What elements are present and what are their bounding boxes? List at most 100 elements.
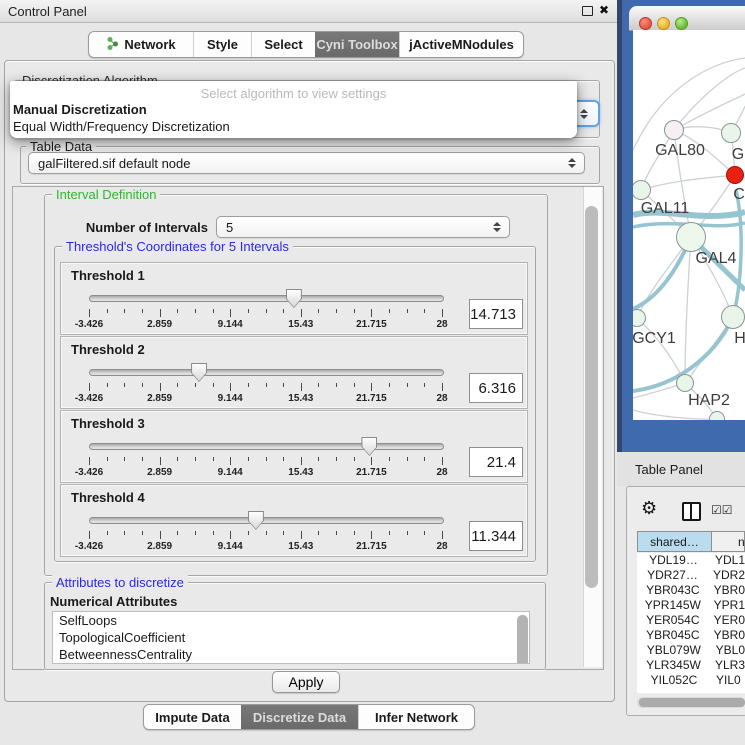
split-pane-icon[interactable] <box>682 502 701 521</box>
cell-name: YBL0 <box>711 643 745 658</box>
slider-thumb[interactable] <box>191 363 207 382</box>
table-row[interactable]: YPR145WYPR1 <box>637 598 745 613</box>
tick-mark <box>142 457 143 461</box>
interval-definition-title: Interval Definition <box>52 187 160 202</box>
slider-track[interactable] <box>89 443 444 450</box>
close-traffic-light-icon[interactable] <box>639 17 652 30</box>
tick-label: 28 <box>436 541 447 552</box>
tab-label: jActiveMNodules <box>409 37 514 52</box>
column-header-name[interactable]: n <box>711 531 745 552</box>
node-label-gal4: GAL4 <box>696 250 737 268</box>
tab-label: Style <box>207 37 238 52</box>
cell-name: YIL0 <box>711 673 741 688</box>
table-data-combo[interactable]: galFiltered.sif default node <box>28 152 585 174</box>
tick-mark <box>318 383 319 387</box>
tab-style[interactable]: Style <box>193 32 251 57</box>
tab-cyni-toolbox[interactable]: Cyni Toolbox <box>315 32 399 57</box>
number-of-intervals-combo[interactable]: 5 <box>216 216 510 238</box>
close-icon[interactable]: ✖ <box>599 3 609 17</box>
algorithm-option-manual-discretization[interactable]: Manual Discretization <box>13 102 147 117</box>
gear-icon[interactable]: ⚙ <box>641 498 657 519</box>
tick-label: 28 <box>436 393 447 404</box>
tick-mark <box>389 531 390 535</box>
network-canvas[interactable]: GAL80GCGAL11GAL4GCY1HHAP2 <box>633 30 745 420</box>
tick-mark <box>195 383 196 387</box>
tick-label: 15.43 <box>288 467 313 478</box>
tick-mark <box>177 457 178 461</box>
tick-mark <box>89 383 90 391</box>
float-window-icon[interactable] <box>582 6 593 16</box>
column-header-shared-name[interactable]: shared… <box>637 531 712 552</box>
tick-label: 21.715 <box>356 541 387 552</box>
table-row[interactable]: YDR27…YDR2 <box>637 568 745 583</box>
table-row[interactable]: YBR045CYBR0 <box>637 628 745 643</box>
tab-label: Select <box>264 37 302 52</box>
slider-thumb[interactable] <box>286 289 302 308</box>
tick-label: 21.715 <box>356 393 387 404</box>
tick-mark <box>354 309 355 313</box>
tab-discretize-data[interactable]: Discretize Data <box>241 705 358 729</box>
algorithm-hint-option[interactable]: Select algorithm to view settings <box>10 86 577 101</box>
threshold-label: Threshold 1 <box>71 268 145 283</box>
horizontal-scrollbar-thumb[interactable] <box>639 698 745 707</box>
node[interactable] <box>709 411 725 420</box>
zoom-traffic-light-icon[interactable] <box>675 17 688 30</box>
tab-infer-network[interactable]: Infer Network <box>358 705 474 729</box>
table-row[interactable]: YBL079WYBL0 <box>637 643 745 658</box>
attribute-item-topologicalcoefficient[interactable]: TopologicalCoefficient <box>53 629 529 646</box>
tab-label: Impute Data <box>155 710 229 725</box>
node-label-c: C <box>733 186 745 204</box>
attribute-item-betweennesscentrality[interactable]: BetweennessCentrality <box>53 646 529 663</box>
tick-label: 2.859 <box>147 467 172 478</box>
table-row[interactable]: YLR345WYLR3 <box>637 658 745 673</box>
table-panel-header: Table Panel <box>617 452 745 486</box>
tick-label: 9.144 <box>218 541 243 552</box>
node-c[interactable] <box>726 166 744 184</box>
node-h[interactable] <box>721 305 745 329</box>
tick-mark <box>160 457 161 465</box>
node-gal4[interactable] <box>676 222 706 252</box>
tick-mark <box>354 457 355 461</box>
threshold-value-field[interactable]: 14.713 <box>469 299 523 329</box>
tick-mark <box>89 457 90 465</box>
slider-track[interactable] <box>89 517 444 524</box>
slider-thumb[interactable] <box>248 511 264 530</box>
minimize-traffic-light-icon[interactable] <box>657 17 670 30</box>
tab-select[interactable]: Select <box>251 32 315 57</box>
node-hap2[interactable] <box>676 374 694 392</box>
tick-mark <box>266 531 267 535</box>
tab-jactivemnodules[interactable]: jActiveMNodules <box>399 32 523 57</box>
numerical-attributes-list[interactable]: SelfLoopsTopologicalCoefficientBetweenne… <box>52 611 530 664</box>
algorithm-option-equal-width-frequency-discretization[interactable]: Equal Width/Frequency Discretization <box>13 119 230 134</box>
tab-network[interactable]: Network <box>89 32 193 57</box>
slider-thumb[interactable] <box>361 437 377 456</box>
apply-button[interactable]: Apply <box>272 671 340 693</box>
slider-track[interactable] <box>89 295 444 302</box>
tick-mark <box>354 531 355 535</box>
tick-mark <box>177 383 178 387</box>
tick-mark <box>301 383 302 391</box>
tick-mark <box>407 531 408 535</box>
tick-mark <box>213 383 214 387</box>
slider-track[interactable] <box>89 369 444 376</box>
list-scrollbar-thumb[interactable] <box>517 615 528 664</box>
attribute-item-selfloops[interactable]: SelfLoops <box>53 612 529 629</box>
node-gal80[interactable] <box>664 120 684 140</box>
threshold-value-field[interactable]: 21.4 <box>469 447 523 477</box>
node-g[interactable] <box>721 123 741 143</box>
table-row[interactable]: YIL052CYIL0 <box>637 673 745 688</box>
slider-tick-labels: -3.4262.8599.14415.4321.71528 <box>61 541 527 553</box>
table-row[interactable]: YBR043CYBR0 <box>637 583 745 598</box>
table-row[interactable]: YDL19…YDL1 <box>637 553 745 568</box>
vertical-scrollbar-thumb[interactable] <box>585 206 598 588</box>
tab-impute-data[interactable]: Impute Data <box>144 705 241 729</box>
table-row[interactable]: YER054CYER0 <box>637 613 745 628</box>
threshold-label: Threshold 2 <box>71 342 145 357</box>
tick-mark <box>266 383 267 387</box>
node-table[interactable]: YDL19…YDL1YDR27…YDR2YBR043CYBR0YPR145WYP… <box>637 553 745 693</box>
threshold-value-field[interactable]: 11.344 <box>469 521 523 551</box>
threshold-value-field[interactable]: 6.316 <box>469 373 523 403</box>
tick-mark <box>301 531 302 539</box>
slider-ticks <box>89 531 443 540</box>
checkboxes-icon[interactable]: ☑☑ <box>711 503 733 517</box>
